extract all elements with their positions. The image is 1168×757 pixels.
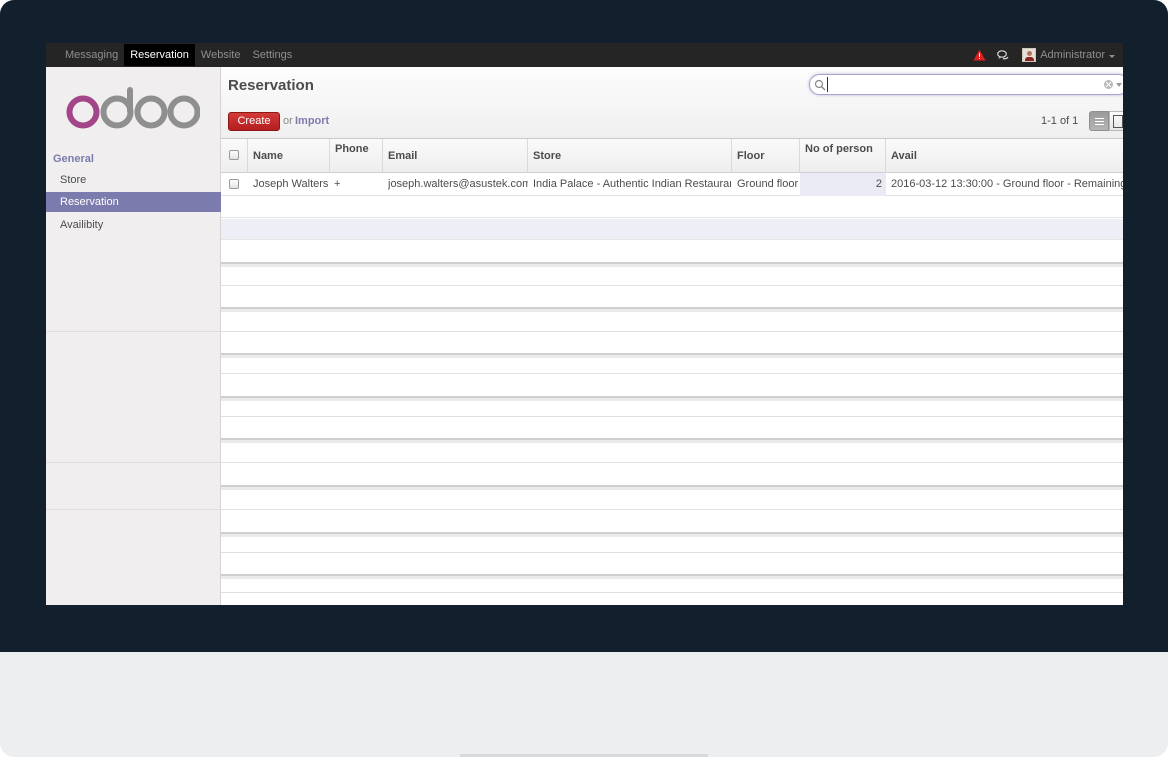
sidebar-heading-general: General	[53, 153, 94, 165]
top-menu-settings[interactable]: Settings	[246, 44, 298, 66]
cell-store: India Palace - Authentic Indian Restaura…	[533, 178, 731, 190]
empty-row	[221, 418, 1123, 438]
sidebar-divider	[46, 509, 221, 510]
empty-row	[221, 490, 1123, 510]
empty-row	[221, 333, 1123, 353]
empty-row	[221, 375, 1123, 396]
import-link[interactable]: Import	[295, 115, 329, 127]
monitor-chin	[0, 652, 1168, 757]
empty-row	[221, 594, 1123, 605]
search-options-caret-icon[interactable]	[1116, 83, 1122, 87]
or-label: or	[283, 115, 293, 127]
control-panel: Reservation Create or Import 1-1 of 1	[221, 67, 1123, 139]
empty-row	[221, 312, 1123, 332]
page-title: Reservation	[228, 77, 314, 94]
empty-row	[221, 554, 1123, 574]
main-content: Reservation Create or Import 1-1 of 1 Na…	[221, 67, 1123, 605]
empty-row	[221, 241, 1123, 262]
search-input[interactable]	[827, 77, 1097, 92]
table-row[interactable]: Joseph Walters + joseph.walters@asustek.…	[221, 173, 1123, 196]
column-header-name[interactable]: Name	[248, 139, 330, 173]
sidebar: General Store Reservation Availibity	[46, 67, 221, 605]
empty-row	[221, 443, 1123, 463]
cell-avail: 2016-03-12 13:30:00 - Ground floor - Rem…	[891, 178, 1123, 190]
column-header-phone[interactable]: Phone	[330, 139, 383, 173]
empty-row	[221, 537, 1123, 553]
column-header-store[interactable]: Store	[528, 139, 732, 173]
select-all-checkbox[interactable]	[229, 150, 239, 160]
row-select-cell	[221, 173, 248, 196]
sidebar-item-store[interactable]: Store	[46, 170, 221, 190]
column-header-avail[interactable]: Avail	[886, 139, 1123, 173]
sidebar-divider	[46, 462, 221, 463]
column-header-email[interactable]: Email	[383, 139, 528, 173]
top-menu-reservation[interactable]: Reservation	[124, 44, 195, 66]
chat-icon[interactable]	[997, 49, 1009, 61]
pager-value[interactable]: 1-1 of 1	[1041, 115, 1078, 127]
create-button[interactable]: Create	[228, 112, 280, 131]
odoo-logo[interactable]	[66, 86, 200, 131]
column-header-floor[interactable]: Floor	[732, 139, 800, 173]
monitor-frame: Messaging Reservation Website Settings A…	[0, 0, 1168, 757]
select-all-cell	[221, 139, 248, 173]
avatar[interactable]	[1022, 48, 1037, 62]
warning-icon[interactable]	[973, 49, 986, 61]
user-menu-label[interactable]: Administrator	[1040, 49, 1105, 61]
empty-row	[221, 267, 1123, 286]
sidebar-item-reservation[interactable]: Reservation	[46, 192, 221, 212]
empty-row	[221, 358, 1123, 374]
cell-no-of-person: 2	[800, 173, 886, 196]
sidebar-divider	[46, 331, 221, 332]
table-header: Name Phone Email Store Floor No of perso…	[221, 139, 1123, 173]
top-right-tray: Administrator	[973, 43, 1123, 67]
search-box[interactable]	[809, 74, 1123, 95]
list-view-icon[interactable]	[1089, 111, 1109, 131]
cell-name: Joseph Walters	[253, 178, 329, 190]
empty-row	[221, 401, 1123, 417]
empty-row	[221, 579, 1123, 593]
top-menu: Messaging Reservation Website Settings	[59, 43, 298, 67]
clear-search-icon[interactable]	[1104, 80, 1113, 89]
empty-row	[221, 464, 1123, 485]
top-bar: Messaging Reservation Website Settings A…	[46, 43, 1123, 67]
empty-row	[221, 287, 1123, 307]
dropdown-caret-icon[interactable]	[1109, 54, 1115, 58]
top-menu-website[interactable]: Website	[195, 44, 247, 66]
cell-phone: +	[334, 178, 341, 190]
row-checkbox[interactable]	[229, 179, 239, 189]
cell-floor: Ground floor	[737, 178, 799, 190]
sidebar-item-availibity[interactable]: Availibity	[46, 215, 221, 235]
app-screen: Messaging Reservation Website Settings A…	[46, 43, 1123, 605]
empty-row	[221, 511, 1123, 532]
top-menu-messaging[interactable]: Messaging	[59, 44, 124, 66]
column-header-no-of-person[interactable]: No of person	[800, 139, 886, 173]
cell-email: joseph.walters@asustek.com	[388, 178, 528, 190]
empty-row	[221, 219, 1123, 240]
search-icon	[814, 79, 826, 91]
form-view-icon[interactable]	[1109, 111, 1123, 131]
empty-row	[221, 197, 1123, 218]
